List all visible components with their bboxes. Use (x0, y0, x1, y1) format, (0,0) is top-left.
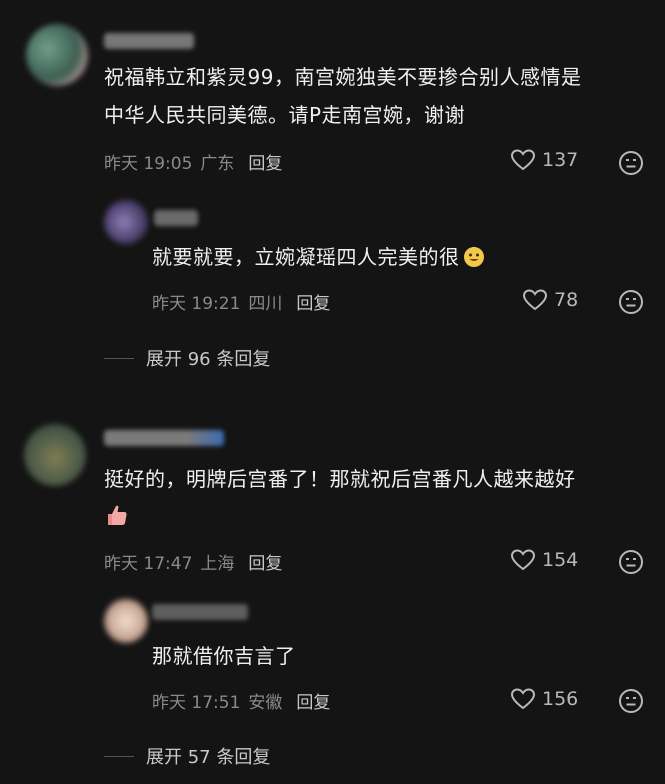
heart-icon (510, 149, 536, 171)
timestamp: 昨天 17:51 (152, 693, 241, 713)
like-count: 137 (542, 149, 579, 171)
like-button[interactable]: 137 (510, 148, 578, 172)
username-blurred[interactable] (104, 33, 194, 49)
comment-meta: 昨天 19:05 广东 回复 (104, 149, 282, 174)
reply-button[interactable]: 回复 (296, 289, 330, 314)
avatar[interactable] (104, 599, 148, 643)
timestamp: 昨天 19:05 (104, 154, 193, 174)
like-button[interactable]: 156 (510, 687, 578, 711)
reply-button[interactable]: 回复 (296, 688, 330, 713)
reply-meta: 昨天 19:21 四川 回复 (152, 289, 330, 314)
location: 四川 (248, 294, 283, 314)
like-count: 78 (554, 289, 579, 311)
username-blurred[interactable] (104, 430, 224, 446)
comment-text: 挺好的，明牌后宫番了！那就祝后宫番凡人越来越好 (104, 460, 660, 536)
thumbs-up-emoji-icon (104, 502, 128, 526)
emoji-reaction-button[interactable] (618, 688, 644, 718)
divider (104, 357, 134, 359)
comment-text-line: 中华人民共同美德。请P走南宫婉，谢谢 (104, 103, 466, 127)
expand-replies-label: 展开 96 条回复 (146, 349, 271, 370)
expand-replies-label: 展开 57 条回复 (146, 747, 271, 768)
heart-icon (510, 688, 536, 710)
emoji-reaction-button[interactable] (618, 150, 644, 180)
heart-icon (522, 289, 548, 311)
emoji-reaction-button[interactable] (618, 289, 644, 319)
like-button[interactable]: 154 (510, 548, 578, 572)
like-button[interactable]: 78 (522, 288, 578, 312)
divider (104, 755, 134, 757)
like-count: 156 (542, 688, 579, 710)
expand-replies-button[interactable]: 展开 57 条回复 (104, 743, 270, 769)
reply-text-content: 那就借你吉言了 (152, 644, 296, 668)
avatar[interactable] (104, 200, 148, 244)
reply-button[interactable]: 回复 (248, 149, 282, 174)
heart-icon (510, 549, 536, 571)
location: 上海 (200, 554, 235, 574)
username-blurred[interactable] (154, 210, 198, 226)
location: 安徽 (248, 693, 283, 713)
comment-text-line: 挺好的，明牌后宫番了！那就祝后宫番凡人越来越好 (104, 467, 576, 491)
like-count: 154 (542, 549, 579, 571)
location: 广东 (200, 154, 235, 174)
neutral-face-icon (619, 151, 643, 175)
neutral-face-icon (619, 290, 643, 314)
expand-replies-button[interactable]: 展开 96 条回复 (104, 345, 270, 371)
reply-text: 那就借你吉言了 (152, 637, 296, 675)
timestamp: 昨天 19:21 (152, 294, 241, 314)
comment-meta: 昨天 17:47 上海 回复 (104, 549, 282, 574)
comment-text: 祝福韩立和紫灵99，南宫婉独美不要掺合别人感情是 中华人民共同美德。请P走南宫婉… (104, 58, 654, 134)
avatar[interactable] (26, 24, 88, 86)
avatar[interactable] (24, 424, 86, 486)
neutral-face-icon (619, 550, 643, 574)
timestamp: 昨天 17:47 (104, 554, 193, 574)
comment-text-line: 祝福韩立和紫灵99，南宫婉独美不要掺合别人感情是 (104, 65, 582, 89)
reply-button[interactable]: 回复 (248, 549, 282, 574)
reply-meta: 昨天 17:51 安徽 回复 (152, 688, 330, 713)
reply-text: 就要就要，立婉凝瑶四人完美的很 (152, 238, 486, 276)
smiling-face-emoji-icon (462, 242, 486, 267)
neutral-face-icon (619, 689, 643, 713)
emoji-reaction-button[interactable] (618, 549, 644, 579)
username-blurred[interactable] (152, 604, 248, 620)
reply-text-content: 就要就要，立婉凝瑶四人完美的很 (152, 245, 460, 269)
